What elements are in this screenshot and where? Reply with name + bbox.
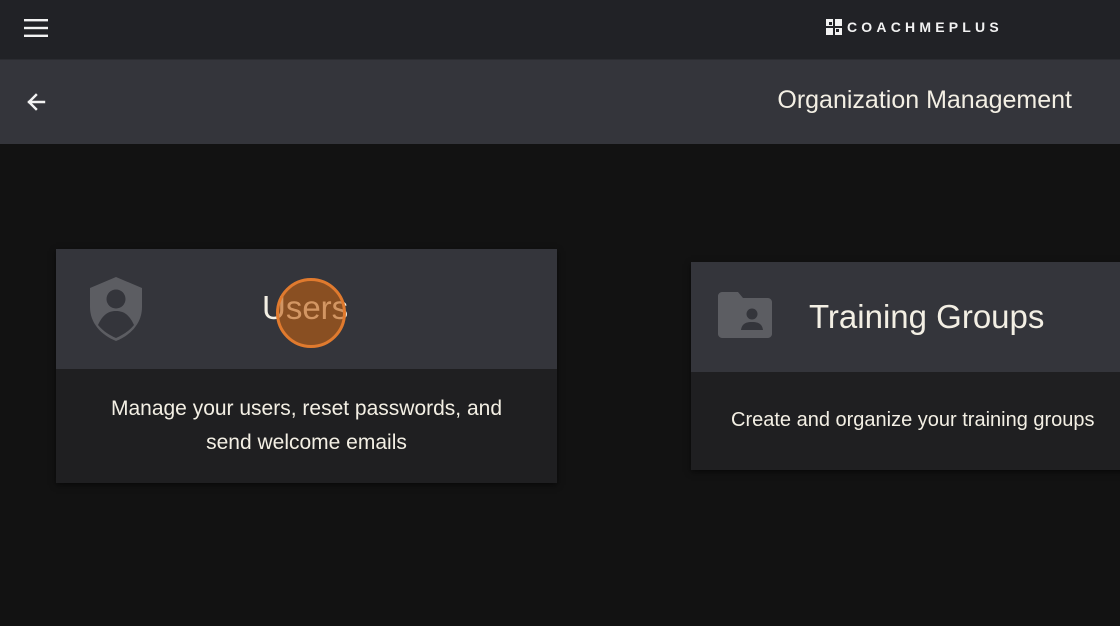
users-card-header: Users [56,249,557,369]
brand-logo: COACHMEPLUS [826,18,1003,36]
coachmeplus-logo-icon [826,19,842,35]
arrow-left-icon[interactable] [20,86,52,118]
users-card-title: Users [262,289,349,326]
users-card[interactable]: Users Manage your users, reset passwords… [56,249,557,483]
folder-user-icon [718,292,772,343]
hamburger-menu-icon[interactable] [20,14,52,42]
training-groups-card-header: Training Groups [691,262,1120,372]
training-groups-card[interactable]: Training Groups Create and organize your… [691,262,1120,470]
training-groups-card-title: Training Groups [809,298,1045,335]
top-app-bar: COACHMEPLUS [0,0,1120,60]
page-title: Organization Management [777,86,1072,114]
brand-logo-text: COACHMEPLUS [847,19,1003,35]
shield-user-icon [89,277,143,346]
users-card-description: Manage your users, reset passwords, and … [110,397,503,454]
training-groups-card-description: Create and organize your training groups [731,409,1095,431]
page-header: Organization Management [0,60,1120,144]
